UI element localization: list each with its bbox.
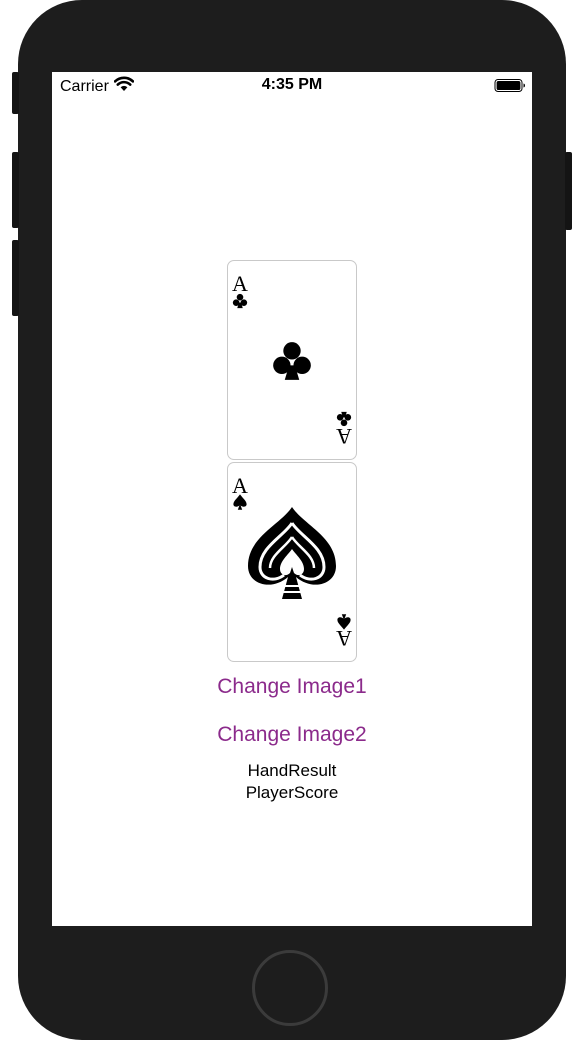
mute-switch [12,72,19,114]
app-screen: Carrier 4:35 PM A A A A Change Image1 Ch… [52,72,532,926]
home-button[interactable] [252,950,328,1026]
ace-of-clubs-card: A A [227,260,357,460]
ace-of-spades-card: A A [227,462,357,662]
battery-full-icon [494,78,526,99]
power-button [565,152,572,230]
hand-result-label: HandResult [247,761,337,780]
club-icon [273,342,311,380]
change-image1-button[interactable]: Change Image1 [52,675,532,699]
card-rank-bottom: A [336,424,352,449]
volume-up-button [12,152,19,228]
ornate-spade-icon [248,507,336,599]
card-rank-bottom: A [336,626,352,651]
status-bar: Carrier 4:35 PM [52,72,532,100]
card-rank-top: A [232,271,248,296]
player-score-label: PlayerScore [245,783,339,802]
volume-down-button [12,240,19,316]
status-time: 4:35 PM [261,76,323,93]
card-rank-top: A [232,473,248,498]
change-image2-button[interactable]: Change Image2 [52,723,532,747]
